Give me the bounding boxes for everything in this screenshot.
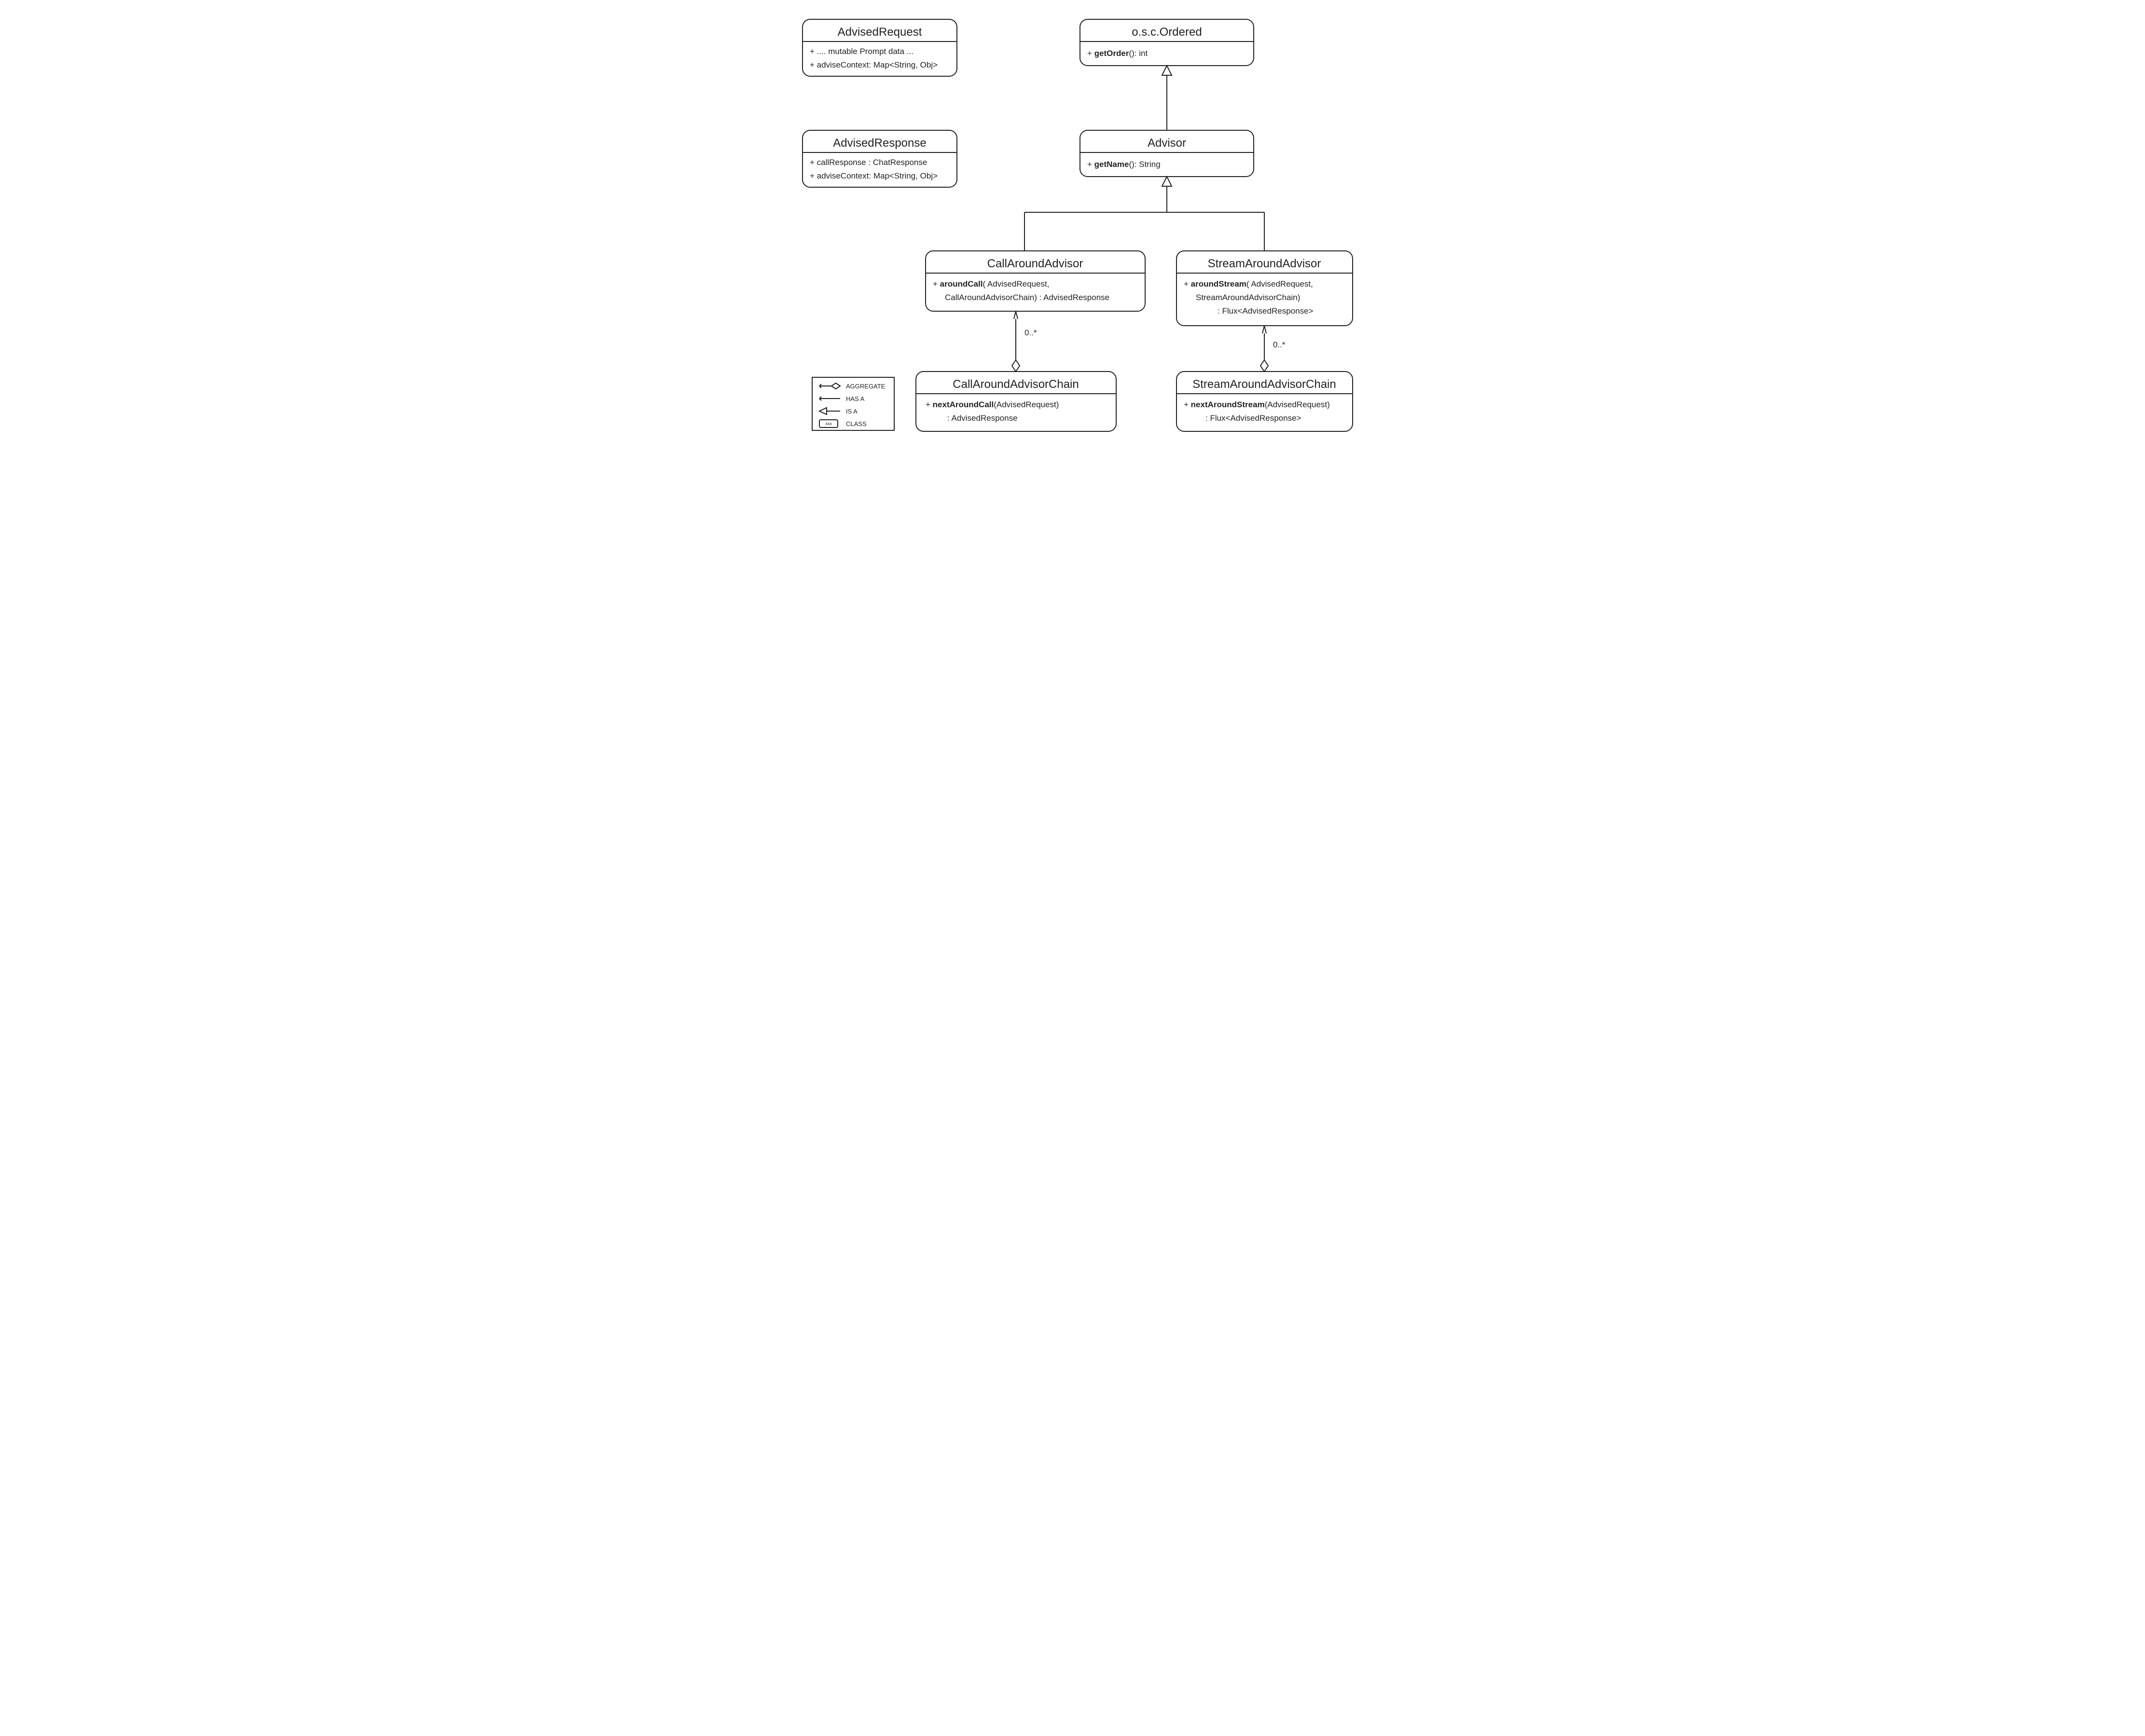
class-attr: + aroundStream( AdvisedRequest, <box>1184 279 1313 289</box>
aggregate-call-chain: 0..* <box>1012 311 1037 372</box>
class-stream-around-advisor-chain: StreamAroundAdvisorChain + nextAroundStr… <box>1176 372 1353 431</box>
is-a-advisor-to-ordered <box>1162 66 1172 130</box>
is-a-children-to-advisor <box>1024 177 1264 251</box>
class-attr: StreamAroundAdvisorChain) <box>1196 293 1300 302</box>
legend-label: IS A <box>846 408 858 415</box>
legend-label: CLASS <box>846 420 867 427</box>
class-title: CallAroundAdvisorChain <box>953 378 1079 391</box>
class-call-around-advisor: CallAroundAdvisor + aroundCall( AdvisedR… <box>926 251 1145 311</box>
class-stream-around-advisor: StreamAroundAdvisor + aroundStream( Advi… <box>1176 251 1353 326</box>
legend-label: HAS A <box>846 395 865 402</box>
class-attr: : Flux<AdvisedResponse> <box>1218 306 1314 316</box>
aggregate-stream-chain: 0..* <box>1260 326 1286 372</box>
multiplicity-label: 0..* <box>1273 340 1286 349</box>
class-call-around-advisor-chain: CallAroundAdvisorChain + nextAroundCall(… <box>916 372 1116 431</box>
class-attr: + getOrder(): int <box>1087 49 1148 58</box>
class-attr: + adviseContext: Map<String, Obj> <box>810 60 938 69</box>
class-advisor: Advisor + getName(): String <box>1080 130 1254 177</box>
multiplicity-label: 0..* <box>1024 328 1037 337</box>
class-attr: + getName(): String <box>1087 160 1161 169</box>
legend-label: AGGREGATE <box>846 383 886 390</box>
class-attr: + nextAroundCall(AdvisedRequest) <box>926 400 1059 409</box>
class-title: CallAroundAdvisor <box>987 257 1083 270</box>
class-title: AdvisedResponse <box>833 137 926 150</box>
uml-diagram: AdvisedRequest + .... mutable Prompt dat… <box>783 0 1362 469</box>
class-advised-request: AdvisedRequest + .... mutable Prompt dat… <box>803 19 957 76</box>
class-attr: : AdvisedResponse <box>947 413 1018 423</box>
class-attr: + nextAroundStream(AdvisedRequest) <box>1184 400 1330 409</box>
class-title: AdvisedRequest <box>837 26 922 39</box>
class-title: StreamAroundAdvisorChain <box>1192 378 1336 391</box>
legend-class-sample: xxx <box>825 421 832 426</box>
class-title: StreamAroundAdvisor <box>1207 257 1321 270</box>
class-attr: + aroundCall( AdvisedRequest, <box>933 279 1049 289</box>
class-attr: + adviseContext: Map<String, Obj> <box>810 171 938 180</box>
class-ordered: o.s.c.Ordered + getOrder(): int <box>1080 19 1254 66</box>
class-advised-response: AdvisedResponse + callResponse : ChatRes… <box>803 130 957 187</box>
class-title: Advisor <box>1147 137 1186 150</box>
legend: AGGREGATE HAS A IS A xxx CLASS <box>812 377 894 430</box>
class-attr: + .... mutable Prompt data ... <box>810 47 913 56</box>
class-attr: + callResponse : ChatResponse <box>810 158 927 167</box>
class-attr: : Flux<AdvisedResponse> <box>1205 413 1301 423</box>
class-title: o.s.c.Ordered <box>1132 26 1202 39</box>
class-attr: CallAroundAdvisorChain) : AdvisedRespons… <box>945 293 1109 302</box>
